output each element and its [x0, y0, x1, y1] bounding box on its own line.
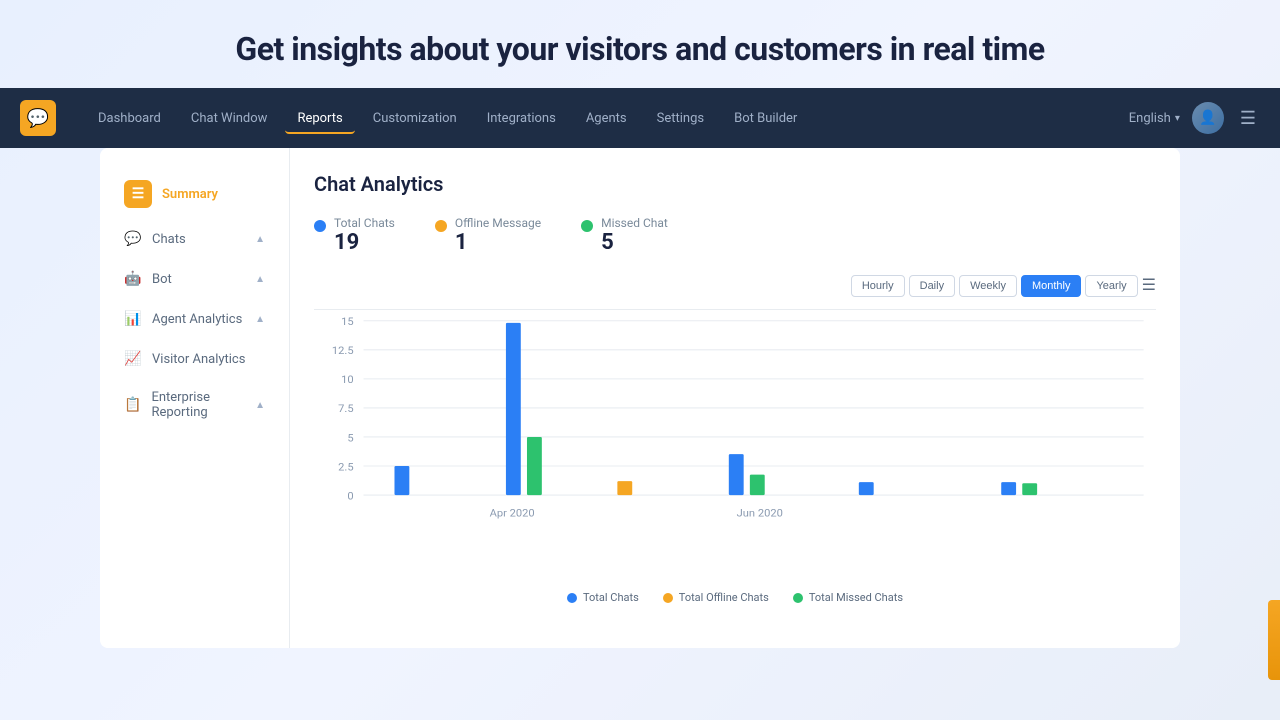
nav-chat-window[interactable]: Chat Window	[179, 103, 280, 134]
bot-icon: 🤖	[124, 270, 142, 288]
nav-settings[interactable]: Settings	[645, 103, 716, 134]
stat-dot-green	[581, 220, 593, 232]
svg-text:Apr 2020: Apr 2020	[490, 507, 535, 519]
stat-label-total-chats: Total Chats	[334, 216, 395, 230]
stat-label-offline: Offline Message	[455, 216, 541, 230]
stat-label-missed: Missed Chat	[601, 216, 668, 230]
agent-analytics-icon: 📊	[124, 310, 142, 328]
chart-wrapper: 15 12.5 10 7.5 5 2.5 0	[314, 309, 1156, 579]
stat-offline-message: Offline Message 1	[435, 216, 541, 255]
sidebar-label-bot: Bot	[152, 272, 172, 287]
svg-text:2.5: 2.5	[338, 461, 354, 473]
language-label: English	[1129, 111, 1171, 126]
chevron-up-icon: ▲	[255, 234, 265, 245]
hero-title: Get insights about your visitors and cus…	[0, 0, 1280, 88]
chats-icon: 💬	[124, 230, 142, 248]
nav-reports[interactable]: Reports	[285, 103, 354, 134]
chevron-up-icon-2: ▲	[255, 274, 265, 285]
btn-hourly[interactable]: Hourly	[851, 275, 905, 297]
stat-dot-blue	[314, 220, 326, 232]
btn-yearly[interactable]: Yearly	[1085, 275, 1137, 297]
nav-bot-builder[interactable]: Bot Builder	[722, 103, 809, 134]
nav-customization[interactable]: Customization	[361, 103, 469, 134]
legend-label-total-chats: Total Chats	[583, 591, 639, 604]
legend-label-missed-chats: Total Missed Chats	[809, 591, 903, 604]
legend-total-chats: Total Chats	[567, 591, 639, 604]
sidebar-label-chats: Chats	[152, 232, 186, 247]
nav-agents[interactable]: Agents	[574, 103, 639, 134]
stat-missed-chat: Missed Chat 5	[581, 216, 668, 255]
sidebar-label-agent-analytics: Agent Analytics	[152, 312, 242, 327]
language-selector[interactable]: English ▾	[1129, 111, 1180, 126]
chart-svg: 15 12.5 10 7.5 5 2.5 0	[314, 310, 1156, 579]
summary-icon: ☰	[124, 180, 152, 208]
legend-dot-blue	[567, 593, 577, 603]
sidebar-item-chats[interactable]: 💬 Chats ▲	[108, 220, 281, 258]
svg-text:5: 5	[347, 432, 353, 444]
svg-text:15: 15	[341, 316, 354, 328]
chevron-down-icon: ▾	[1175, 113, 1180, 124]
chevron-up-icon-4: ▲	[255, 400, 265, 411]
svg-text:12.5: 12.5	[332, 345, 354, 357]
legend-label-offline-chats: Total Offline Chats	[679, 591, 769, 604]
sidebar-label-visitor-analytics: Visitor Analytics	[152, 352, 245, 367]
sidebar-label-enterprise-reporting: Enterprise Reporting	[151, 390, 255, 420]
section-title: Chat Analytics	[314, 172, 1156, 196]
chevron-up-icon-3: ▲	[255, 314, 265, 325]
hamburger-icon[interactable]: ☰	[1236, 104, 1260, 133]
logo-icon: 💬	[20, 100, 56, 136]
sidebar-label-summary: Summary	[162, 187, 218, 202]
stat-total-chats: Total Chats 19	[314, 216, 395, 255]
svg-text:7.5: 7.5	[338, 403, 354, 415]
enterprise-reporting-icon: 📋	[124, 396, 141, 414]
svg-text:Jun 2020: Jun 2020	[737, 507, 783, 519]
stats-row: Total Chats 19 Offline Message 1 Missed …	[314, 216, 1156, 255]
btn-daily[interactable]: Daily	[909, 275, 955, 297]
nav-dashboard[interactable]: Dashboard	[86, 103, 173, 134]
legend-missed-chats: Total Missed Chats	[793, 591, 903, 604]
sidebar-item-bot[interactable]: 🤖 Bot ▲	[108, 260, 281, 298]
visitor-analytics-icon: 📈	[124, 350, 142, 368]
main-container: ☰ Summary 💬 Chats ▲ 🤖 Bot ▲ 📊 Agent Anal…	[100, 148, 1180, 648]
legend-offline-chats: Total Offline Chats	[663, 591, 769, 604]
stat-value-offline: 1	[455, 230, 541, 255]
legend-dot-orange	[663, 593, 673, 603]
chart-controls: Hourly Daily Weekly Monthly Yearly ☰	[314, 275, 1156, 297]
chart-menu-icon[interactable]: ☰	[1142, 275, 1156, 297]
nav-links: Dashboard Chat Window Reports Customizat…	[86, 103, 1129, 134]
navbar: 💬 Dashboard Chat Window Reports Customiz…	[0, 88, 1280, 148]
decorative-orange-bar	[1268, 600, 1280, 680]
stat-dot-orange	[435, 220, 447, 232]
chart-legend: Total Chats Total Offline Chats Total Mi…	[314, 591, 1156, 604]
nav-integrations[interactable]: Integrations	[475, 103, 568, 134]
btn-monthly[interactable]: Monthly	[1021, 275, 1082, 297]
logo[interactable]: 💬	[20, 100, 56, 136]
svg-text:10: 10	[341, 374, 354, 386]
avatar[interactable]: 👤	[1192, 102, 1224, 134]
btn-weekly[interactable]: Weekly	[959, 275, 1017, 297]
nav-right: English ▾ 👤 ☰	[1129, 102, 1260, 134]
content-area: Chat Analytics Total Chats 19 Offline Me…	[290, 148, 1180, 648]
sidebar: ☰ Summary 💬 Chats ▲ 🤖 Bot ▲ 📊 Agent Anal…	[100, 148, 290, 648]
legend-dot-green	[793, 593, 803, 603]
sidebar-item-enterprise-reporting[interactable]: 📋 Enterprise Reporting ▲	[108, 380, 281, 430]
stat-value-total-chats: 19	[334, 230, 395, 255]
sidebar-item-agent-analytics[interactable]: 📊 Agent Analytics ▲	[108, 300, 281, 338]
stat-value-missed: 5	[601, 230, 668, 255]
svg-text:0: 0	[347, 490, 353, 502]
sidebar-item-visitor-analytics[interactable]: 📈 Visitor Analytics	[108, 340, 281, 378]
sidebar-item-summary[interactable]: ☰ Summary	[108, 170, 281, 218]
